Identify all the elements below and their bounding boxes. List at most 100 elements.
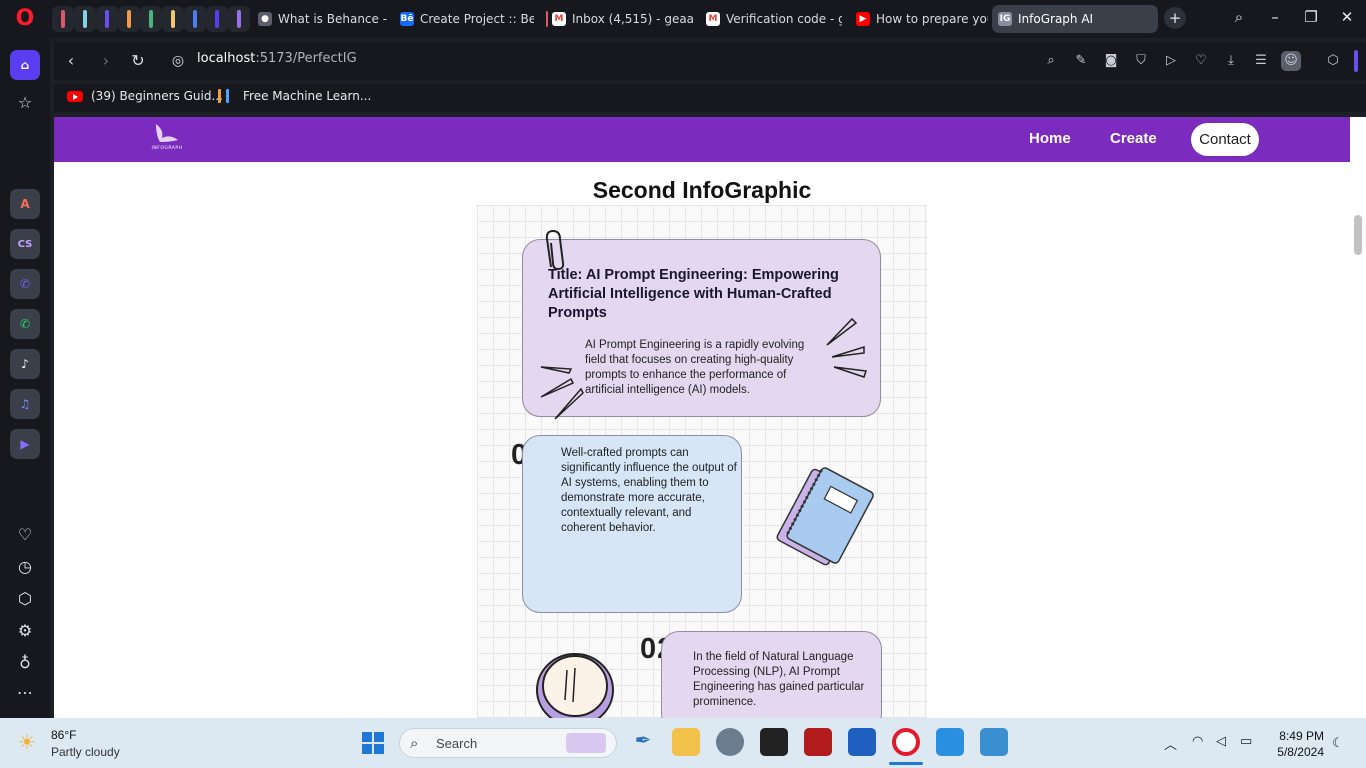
notebooks-illustration-icon: [776, 467, 874, 566]
settings-app-icon[interactable]: [716, 728, 744, 756]
vscode-icon[interactable]: [936, 728, 964, 756]
infograph-favicon-icon: IG: [998, 12, 1012, 26]
terminal-icon[interactable]: [760, 728, 788, 756]
tab-verification-code[interactable]: M Verification code - gle: [700, 5, 842, 33]
site-info-globe-icon[interactable]: ◎: [167, 50, 189, 72]
nav-create[interactable]: Create: [1110, 130, 1157, 147]
volume-icon[interactable]: ◁: [1216, 734, 1226, 749]
page-title: Second InfoGraphic: [592, 177, 812, 203]
infographic-title: Title: AI Prompt Engineering: Empowering…: [548, 267, 839, 321]
settings-gear-icon[interactable]: ⚙: [14, 620, 36, 642]
search-tabs-icon[interactable]: ⌕: [1227, 8, 1251, 26]
tab-strip: O ● What is Behance - Po Bē Create Proje…: [0, 0, 1366, 38]
pinned-tab[interactable]: [74, 6, 96, 32]
cs-app-icon[interactable]: CS: [10, 229, 40, 259]
adblock-shield-icon[interactable]: ⛉: [1131, 51, 1151, 71]
tab-label: Create Project :: Beha: [420, 12, 534, 26]
opera-menu-icon[interactable]: O: [12, 6, 38, 32]
profile-icon[interactable]: ☺: [1281, 51, 1301, 71]
tiktok-icon[interactable]: ♪: [10, 349, 40, 379]
back-icon[interactable]: ‹: [60, 50, 82, 72]
pinned-tab[interactable]: [206, 6, 228, 32]
home-icon[interactable]: ⌂: [10, 50, 40, 80]
pinned-tab[interactable]: [96, 6, 118, 32]
star-icon[interactable]: ☆: [14, 92, 36, 114]
music-player-icon[interactable]: ♫: [10, 389, 40, 419]
edit-icon[interactable]: ✎: [1071, 51, 1091, 71]
tab-create-project[interactable]: Bē Create Project :: Beha: [394, 5, 534, 33]
tab-youtube[interactable]: ▶ How to prepare your: [850, 5, 988, 33]
pinned-tab[interactable]: [162, 6, 184, 32]
history-clock-icon[interactable]: ◷: [14, 556, 36, 578]
more-dots-icon[interactable]: ⋯: [14, 682, 36, 704]
minimize-icon[interactable]: –: [1263, 8, 1287, 26]
tab-inbox[interactable]: M Inbox (4,515) - geaak: [546, 5, 694, 33]
page-scrollbar[interactable]: [1350, 117, 1366, 718]
logo-text: INFOGRAPH: [151, 146, 183, 151]
nav-home[interactable]: Home: [1029, 130, 1071, 147]
bible-app-icon[interactable]: [804, 728, 832, 756]
start-windows-icon[interactable]: [362, 732, 384, 754]
weather-temp[interactable]: 86°F: [51, 728, 76, 742]
pen-app-icon[interactable]: ✒: [629, 728, 657, 756]
chevron-up-icon[interactable]: ︿: [1164, 734, 1177, 753]
pinned-tab[interactable]: [184, 6, 206, 32]
point-2-text: In the field of Natural Language Process…: [693, 651, 865, 708]
pinned-tab[interactable]: [118, 6, 140, 32]
bookmark-free-ml[interactable]: Free Machine Learn...: [218, 89, 371, 103]
battery-icon[interactable]: ▭: [1240, 734, 1252, 749]
aria-icon[interactable]: A: [10, 189, 40, 219]
reload-icon[interactable]: ↻: [127, 50, 149, 72]
player-icon[interactable]: ▶: [10, 429, 40, 459]
search-placeholder: Search: [436, 736, 478, 751]
new-tab-plus-icon[interactable]: +: [1164, 7, 1186, 29]
clock-time[interactable]: 8:49 PM: [1262, 729, 1324, 743]
extensions-icon[interactable]: ⬡: [1323, 51, 1343, 71]
page-search-icon[interactable]: ⌕: [1041, 51, 1061, 71]
downloads-icon[interactable]: ⤓: [1221, 51, 1241, 71]
infographic-canvas: Title: AI Prompt Engineering: Empowering…: [477, 205, 927, 718]
pinned-tab[interactable]: [228, 6, 250, 32]
heart-toolbar-icon[interactable]: ♡: [1191, 51, 1211, 71]
active-app-indicator: [889, 762, 923, 765]
wifi-icon[interactable]: ◠: [1192, 734, 1203, 749]
snapshot-camera-icon[interactable]: ◙: [1101, 51, 1121, 71]
pinned-tab[interactable]: [52, 6, 74, 32]
gmail-icon: M: [552, 12, 566, 26]
bookmark-beginners-guide[interactable]: (39) Beginners Guid...: [67, 89, 223, 103]
nav-contact-button[interactable]: Contact: [1191, 123, 1259, 156]
pinned-tab[interactable]: [140, 6, 162, 32]
weather-desc[interactable]: Partly cloudy: [51, 745, 120, 759]
photos-icon[interactable]: [980, 728, 1008, 756]
forward-icon[interactable]: ›: [95, 50, 117, 72]
heart-icon[interactable]: ♡: [14, 524, 36, 546]
intro-text: AI Prompt Engineering is a rapidly evolv…: [585, 339, 805, 396]
easy-setup-icon[interactable]: ☰: [1251, 51, 1271, 71]
close-window-icon[interactable]: ✕: [1335, 8, 1359, 26]
file-explorer-icon[interactable]: [672, 728, 700, 756]
chat-icon: ●: [258, 12, 272, 26]
scrollbar-thumb[interactable]: [1354, 215, 1362, 255]
word-icon[interactable]: [848, 728, 876, 756]
tab-infograph-ai[interactable]: IG InfoGraph AI: [992, 5, 1158, 33]
weather-sun-cloud-icon[interactable]: ☀: [18, 730, 46, 754]
sidebar-handle[interactable]: [1354, 50, 1358, 72]
app-logo[interactable]: INFOGRAPH: [150, 120, 184, 158]
tab-behance-info[interactable]: ● What is Behance - Po: [252, 5, 392, 33]
point-1-text: Well-crafted prompts can significantly i…: [561, 447, 737, 534]
notifications-moon-icon[interactable]: ☾: [1332, 736, 1344, 751]
search-highlight-icon: [566, 733, 606, 753]
whatsapp-icon[interactable]: ✆: [10, 309, 40, 339]
player-toolbar-icon[interactable]: ▷: [1161, 51, 1181, 71]
opera-taskbar-icon[interactable]: [892, 728, 920, 756]
tips-bulb-icon[interactable]: ♁: [14, 652, 36, 674]
taskbar-search-box[interactable]: ⌕ Search: [399, 728, 617, 758]
restore-icon[interactable]: ❐: [1299, 8, 1323, 26]
web-page: INFOGRAPH Home Create Contact Second Inf…: [54, 117, 1350, 718]
messenger-icon[interactable]: ✆: [10, 269, 40, 299]
windows-taskbar: ☀ 86°F Partly cloudy ⌕ Search ✒ ︿ ◠ ◁ ▭ …: [0, 718, 1366, 768]
clock-date[interactable]: 5/8/2024: [1262, 745, 1324, 759]
bookmarks-bar: (39) Beginners Guid... Free Machine Lear…: [54, 84, 1366, 112]
url-field[interactable]: localhost:5173/PerfectIG: [197, 51, 357, 66]
extensions-cube-icon[interactable]: ⬡: [14, 588, 36, 610]
